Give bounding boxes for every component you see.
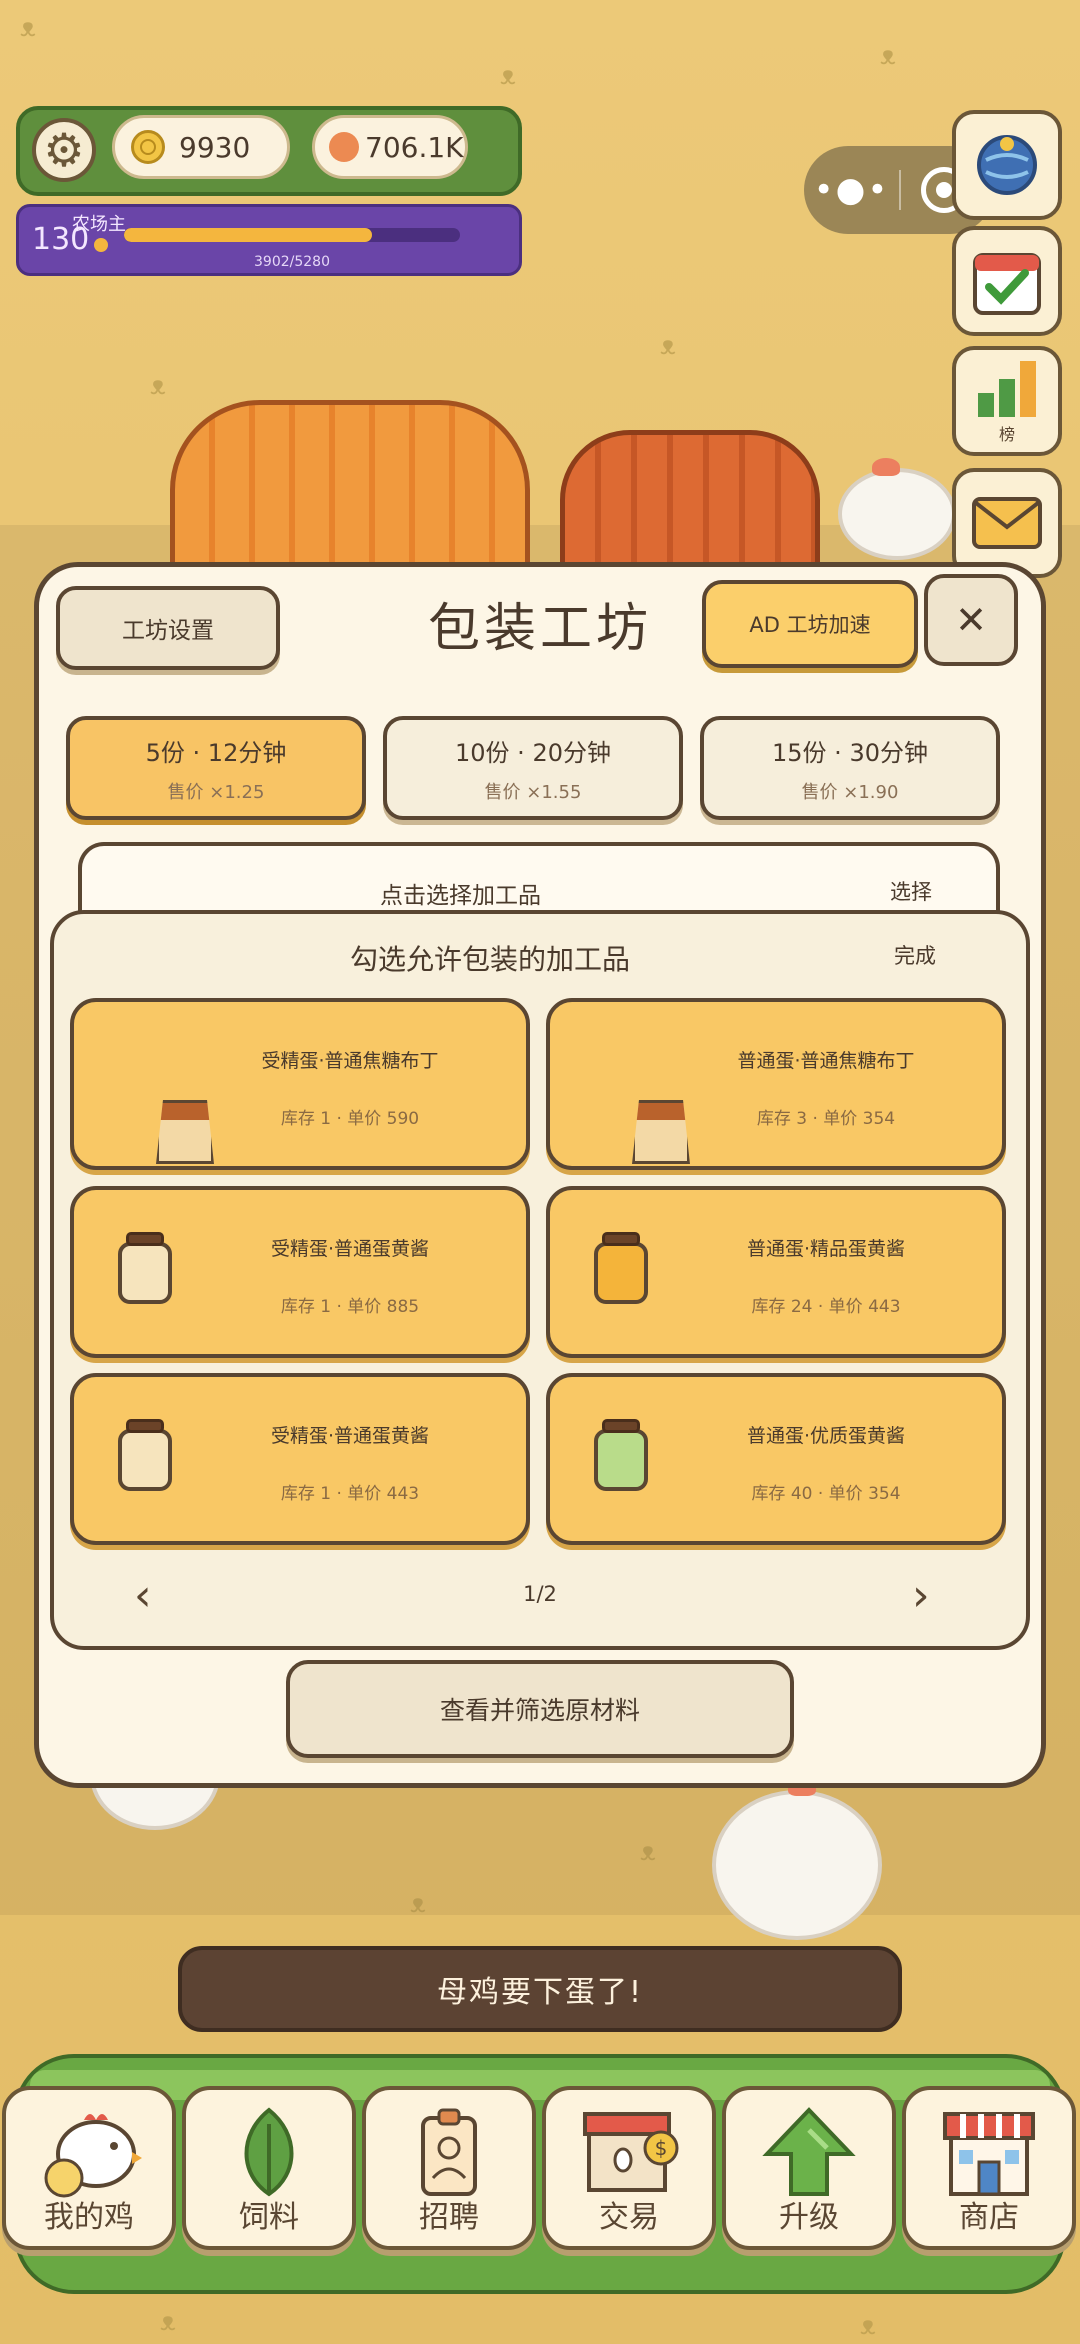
product-item[interactable]: 普通蛋·优质蛋黄酱 库存 40 · 单价 354 bbox=[546, 1373, 1006, 1545]
batch-option-multiplier: 售价 ×1.55 bbox=[484, 781, 582, 803]
grass-tuft: ᴥ bbox=[500, 61, 516, 91]
nav-stripe bbox=[30, 2070, 1050, 2100]
page-indicator: 1/2 bbox=[523, 1582, 557, 1606]
product-name: 受精蛋·普通焦糖布丁 bbox=[261, 1050, 439, 1072]
nav-label: 商店 bbox=[959, 2200, 1019, 2235]
leaf-icon bbox=[244, 2107, 294, 2197]
shop-icon bbox=[943, 2112, 1035, 2196]
coin-amount: 9930 bbox=[179, 130, 251, 164]
nav-trade[interactable]: $ 交易 bbox=[542, 2086, 716, 2250]
batch-option-10[interactable]: 10份 · 20分钟 售价 ×1.55 bbox=[383, 716, 683, 820]
product-name: 受精蛋·普通蛋黄酱 bbox=[270, 1238, 430, 1260]
pudding-icon bbox=[114, 1050, 214, 1164]
globe-button[interactable] bbox=[952, 110, 1062, 220]
nav-shop[interactable]: 商店 bbox=[902, 2086, 1076, 2250]
coin-counter[interactable]: 9930 bbox=[112, 115, 290, 179]
nav-recruit[interactable]: 招聘 bbox=[362, 2086, 536, 2250]
product-filter-done-button[interactable]: 完成 bbox=[894, 940, 936, 970]
chevron-right-icon[interactable]: › bbox=[912, 1574, 930, 1618]
chicken-icon bbox=[44, 2114, 142, 2198]
capsule-divider bbox=[899, 170, 901, 210]
grass-tuft: ᴥ bbox=[20, 13, 36, 43]
product-item[interactable]: 受精蛋·普通蛋黄酱 库存 1 · 单价 885 bbox=[70, 1186, 530, 1358]
jar-icon bbox=[118, 1419, 172, 1493]
view-materials-button[interactable]: 查看并筛选原材料 bbox=[286, 1660, 794, 1758]
nav-label: 招聘 bbox=[419, 2200, 479, 2235]
product-stock-price: 库存 3 · 单价 354 bbox=[756, 1109, 896, 1129]
notification-toast: 母鸡要下蛋了! bbox=[178, 1946, 902, 2032]
product-stock-price: 库存 1 · 单价 885 bbox=[280, 1297, 420, 1317]
pudding-icon bbox=[590, 1050, 690, 1164]
product-item[interactable]: 受精蛋·普通焦糖布丁 库存 1 · 单价 590 bbox=[70, 998, 530, 1170]
product-filter-title: 勾选允许包装的加工品 bbox=[349, 943, 630, 976]
leaderboard-button[interactable]: 榜 bbox=[952, 346, 1062, 456]
chicken-sprite bbox=[712, 1778, 882, 1940]
badge-icon bbox=[421, 2108, 477, 2196]
coin-icon bbox=[131, 130, 165, 164]
product-item[interactable]: 受精蛋·普通蛋黄酱 库存 1 · 单价 443 bbox=[70, 1373, 530, 1545]
gem-icon bbox=[329, 132, 359, 162]
leaderboard-label: 榜 bbox=[998, 425, 1015, 444]
more-menu-icon[interactable]: •●• bbox=[804, 170, 899, 210]
bar-chart-icon bbox=[978, 361, 1036, 417]
nav-label: 交易 bbox=[599, 2200, 659, 2235]
xp-text: 3902/5280 bbox=[254, 254, 330, 270]
grass-tuft: ᴥ bbox=[860, 2311, 876, 2341]
product-stock-price: 库存 40 · 单价 354 bbox=[751, 1484, 901, 1504]
jar-icon bbox=[594, 1419, 648, 1493]
market-icon: $ bbox=[583, 2112, 679, 2192]
gem-amount: 706.1K bbox=[365, 130, 464, 164]
product-stock-price: 库存 1 · 单价 590 bbox=[280, 1109, 420, 1129]
grass-tuft: ᴥ bbox=[660, 331, 676, 361]
gem-counter[interactable]: 706.1K bbox=[312, 115, 468, 179]
player-title: 农场主 bbox=[72, 214, 126, 235]
nav-label: 升级 bbox=[779, 2200, 839, 2235]
batch-option-15[interactable]: 15份 · 30分钟 售价 ×1.90 bbox=[700, 716, 1000, 820]
nav-label: 我的鸡 bbox=[44, 2200, 134, 2235]
grass-tuft: ᴥ bbox=[160, 2307, 176, 2337]
batch-option-multiplier: 售价 ×1.25 bbox=[167, 781, 265, 803]
product-name: 普通蛋·精品蛋黄酱 bbox=[746, 1238, 906, 1260]
product-name: 普通蛋·优质蛋黄酱 bbox=[746, 1425, 906, 1447]
calendar-check-icon bbox=[973, 253, 1041, 315]
product-name: 受精蛋·普通蛋黄酱 bbox=[270, 1425, 430, 1447]
chicken-sprite bbox=[838, 458, 956, 560]
jar-icon bbox=[594, 1232, 648, 1306]
nav-label: 饲料 bbox=[239, 2200, 299, 2235]
product-stock-price: 库存 24 · 单价 443 bbox=[751, 1297, 901, 1317]
barn-roof bbox=[170, 400, 530, 580]
product-item[interactable]: 普通蛋·精品蛋黄酱 库存 24 · 单价 443 bbox=[546, 1186, 1006, 1358]
ad-boost-button[interactable]: AD 工坊加速 bbox=[702, 580, 918, 668]
product-select-button[interactable]: 选择 bbox=[890, 876, 932, 906]
chevron-left-icon[interactable]: ‹ bbox=[134, 1574, 152, 1618]
nav-my-chickens[interactable]: 我的鸡 bbox=[2, 2086, 176, 2250]
xp-progress-bar bbox=[124, 228, 460, 242]
batch-option-label: 10份 · 20分钟 bbox=[455, 738, 611, 767]
batch-option-label: 5份 · 12分钟 bbox=[145, 738, 287, 767]
batch-option-label: 15份 · 30分钟 bbox=[772, 738, 928, 767]
product-item[interactable]: 普通蛋·普通焦糖布丁 库存 3 · 单价 354 bbox=[546, 998, 1006, 1170]
jar-icon bbox=[118, 1232, 172, 1306]
calendar-button[interactable] bbox=[952, 226, 1062, 336]
globe-icon bbox=[977, 135, 1037, 195]
nav-upgrade[interactable]: 升级 bbox=[722, 2086, 896, 2250]
nav-feed[interactable]: 饲料 bbox=[182, 2086, 356, 2250]
xp-dot-icon bbox=[94, 238, 108, 252]
close-icon[interactable]: ✕ bbox=[924, 574, 1018, 666]
svg-text:$: $ bbox=[655, 2136, 668, 2160]
batch-option-5[interactable]: 5份 · 12分钟 售价 ×1.25 bbox=[66, 716, 366, 820]
arrow-up-icon bbox=[762, 2107, 856, 2196]
settings-gear-icon[interactable]: ⚙ bbox=[32, 118, 96, 182]
grass-tuft: ᴥ bbox=[150, 371, 166, 401]
batch-option-multiplier: 售价 ×1.90 bbox=[801, 781, 899, 803]
grass-tuft: ᴥ bbox=[880, 41, 896, 71]
workshop-settings-button[interactable]: 工坊设置 bbox=[56, 586, 280, 670]
mail-icon bbox=[972, 497, 1042, 549]
product-name: 普通蛋·普通焦糖布丁 bbox=[737, 1050, 915, 1072]
xp-progress-fill bbox=[124, 228, 373, 242]
coop-roof bbox=[560, 430, 820, 580]
modal-title: 包装工坊 bbox=[427, 599, 652, 659]
product-stock-price: 库存 1 · 单价 443 bbox=[280, 1484, 420, 1504]
product-select-prompt: 点击选择加工品 bbox=[380, 883, 541, 909]
